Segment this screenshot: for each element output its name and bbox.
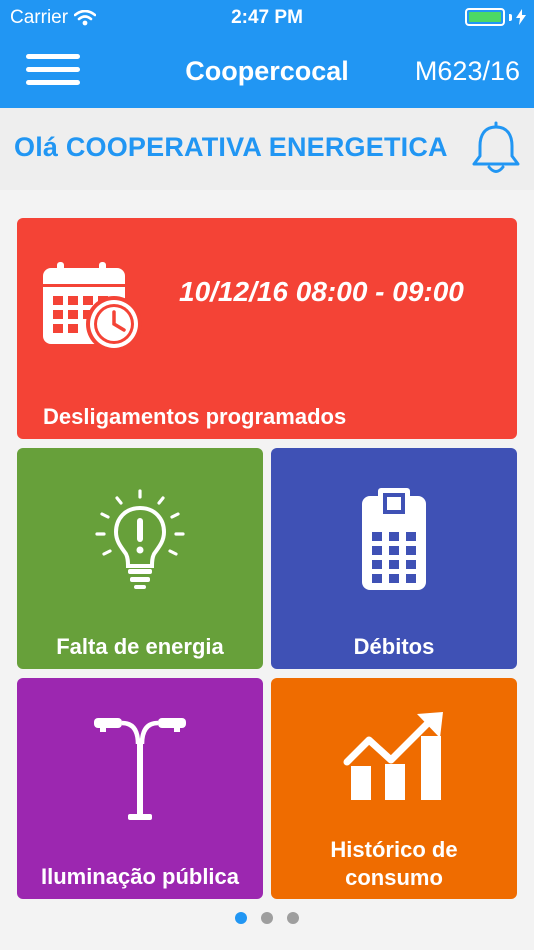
notifications-button[interactable] [470,120,522,176]
battery-icon [465,8,505,26]
page-dot[interactable] [287,912,299,924]
status-time: 2:47 PM [231,7,303,28]
page-indicator [0,912,534,924]
charging-bolt-icon [516,9,526,25]
bell-icon [472,121,520,173]
account-code: M623/16 [414,56,520,86]
page-dot[interactable] [261,912,273,924]
tile-historico-consumo[interactable]: Histórico de consumo [271,678,517,899]
status-right [465,8,526,26]
tile-falta-energia[interactable]: Falta de energia [17,448,263,669]
tile-iluminacao-label: Iluminação pública [40,864,240,889]
street-lamp-icon [94,718,186,820]
status-bar: Carrier 2:47 PM [0,0,534,36]
greeting-text: Olá COOPERATIVA ENERGETICA COCAL [14,132,454,162]
greeting-marquee: Olá COOPERATIVA ENERGETICA COCAL [14,132,454,168]
tile-historico-label-line2: consumo [345,865,443,890]
tile-historico-label: Histórico de consumo [271,836,517,892]
nav-bar: Coopercocal M623/16 [0,36,534,108]
battery-level [469,12,501,22]
lightbulb-alert-icon [95,489,185,589]
tile-debitos[interactable]: Débitos [271,448,517,669]
chart-growth-icon [343,712,443,800]
tile-desligamentos[interactable]: 10/12/16 08:00 - 09:00 Desligamentos pro… [17,218,517,439]
tile-historico-label-line1: Histórico de [330,837,458,862]
scheduled-outage-date: 10/12/16 08:00 - 09:00 [179,276,464,307]
tile-iluminacao-publica[interactable]: Iluminação pública [17,678,263,899]
calculator-icon [362,488,426,590]
tile-falta-label: Falta de energia [56,634,224,659]
greeting-bar: Olá COOPERATIVA ENERGETICA COCAL [0,108,534,190]
tile-debitos-label: Débitos [353,634,435,659]
page-dot[interactable] [235,912,247,924]
calendar-clock-icon [43,262,142,352]
tile-desligamentos-label: Desligamentos programados [43,404,347,429]
battery-cap [509,13,512,21]
